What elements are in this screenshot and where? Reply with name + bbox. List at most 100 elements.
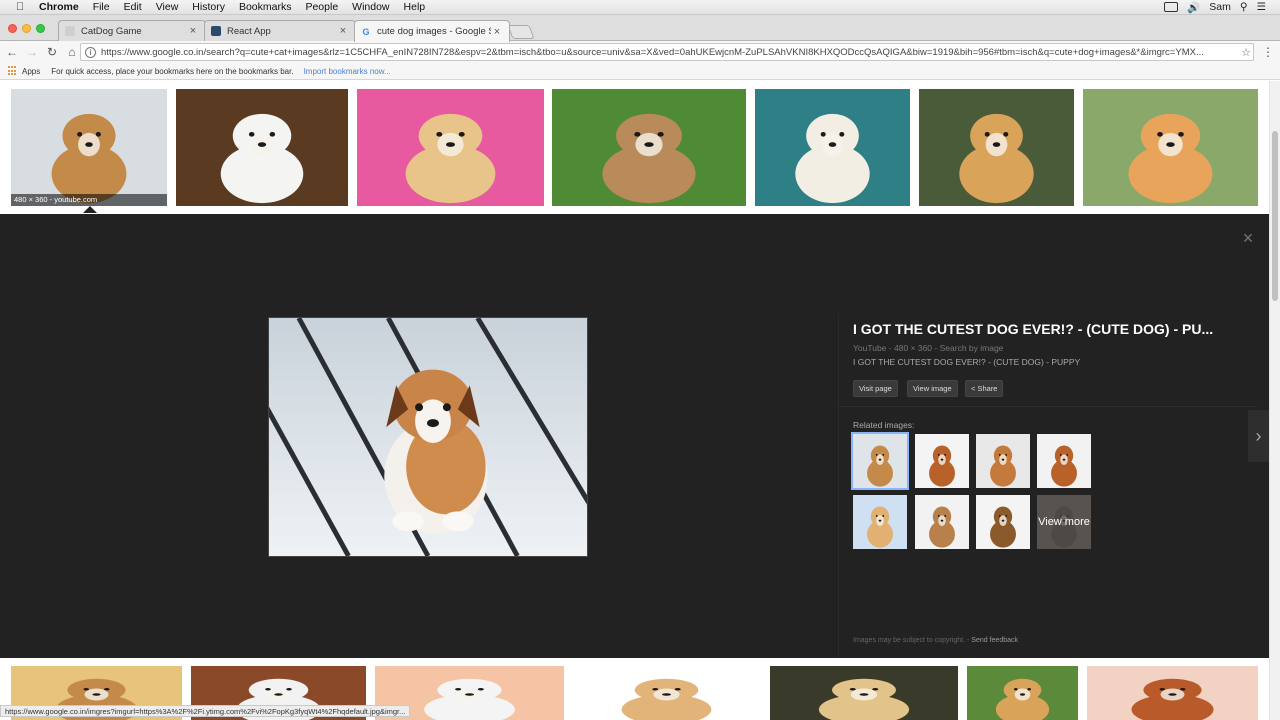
site-info-icon[interactable]: i [85,46,96,58]
menu-file[interactable]: File [86,1,117,13]
dog-photo [915,495,969,549]
page-scrollbar[interactable] [1269,81,1280,720]
related-image-thumbnail[interactable] [853,495,907,549]
menu-view[interactable]: View [149,1,186,13]
bookmarks-hint: For quick access, place your bookmarks h… [51,66,294,76]
menu-help[interactable]: Help [397,1,433,13]
react-favicon-icon [211,26,221,36]
image-result-thumbnail[interactable]: 480 × 360 - youtube.com [11,89,167,206]
address-bar[interactable]: i https://www.google.co.in/search?q=cute… [80,43,1254,61]
link-status-bar: https://www.google.co.in/imgres?imgurl=h… [0,705,411,717]
next-image-chevron-right-icon[interactable]: › [1248,410,1269,462]
dog-photo [573,666,760,720]
related-image-thumbnail[interactable] [1037,434,1091,488]
tab-react-app[interactable]: React App × [204,20,356,41]
apple-icon[interactable]:  [12,1,28,13]
tab-title: cute dog images - Google Sea [377,26,491,37]
menu-history[interactable]: History [185,1,232,13]
preview-title[interactable]: I GOT THE CUTEST DOG EVER!? - (CUTE DOG)… [853,321,1243,337]
view-image-button[interactable]: View image [907,380,958,397]
selected-result-pointer [83,206,97,213]
puppy-photo [269,318,587,556]
import-bookmarks-link[interactable]: Import bookmarks now... [304,67,391,76]
tab-close-icon[interactable]: × [337,25,349,37]
related-image-thumbnail[interactable] [976,434,1030,488]
bookmark-star-icon[interactable]: ☆ [1239,46,1253,59]
bookmarks-bar: Apps For quick access, place your bookma… [0,63,1280,80]
dog-photo [919,89,1074,206]
reload-icon[interactable]: ↻ [42,45,62,59]
menubar-status-area: 🔊 Sam ⚲ ☰ [1164,1,1280,14]
related-image-thumbnail[interactable] [976,495,1030,549]
notification-list-icon[interactable]: ☰ [1257,1,1266,13]
window-minimize-icon[interactable] [22,24,31,33]
new-tab-button[interactable] [507,25,535,39]
dog-photo [1037,434,1091,488]
forward-arrow-icon[interactable]: → [22,45,42,59]
menu-edit[interactable]: Edit [117,1,149,13]
dog-photo [176,89,348,206]
preview-source[interactable]: YouTube [853,343,886,353]
menu-people[interactable]: People [298,1,345,13]
tab-close-icon[interactable]: × [187,25,199,37]
dog-photo [976,434,1030,488]
menubar-user-name[interactable]: Sam [1209,1,1231,13]
tab-title: React App [227,25,271,37]
menu-window[interactable]: Window [345,1,396,13]
dog-photo [1087,666,1258,720]
dog-photo [11,89,167,206]
close-icon[interactable]: × [1238,228,1258,248]
image-result-thumbnail[interactable] [770,666,958,720]
spotlight-search-icon[interactable]: ⚲ [1240,1,1248,13]
preview-image[interactable] [268,317,588,557]
menu-app-chrome[interactable]: Chrome [28,1,86,13]
back-arrow-icon[interactable]: ← [2,45,22,59]
google-favicon-icon: G [362,26,370,37]
volume-icon[interactable]: 🔊 [1187,1,1200,14]
image-result-thumbnail[interactable] [573,666,760,720]
image-result-thumbnail[interactable] [1087,666,1258,720]
image-result-thumbnail[interactable] [1083,89,1258,206]
share-button[interactable]: < Share [965,380,1004,397]
tab-close-icon[interactable]: × [491,26,503,38]
dog-photo [770,666,958,720]
display-mirror-icon[interactable] [1164,2,1179,12]
dog-photo [853,495,907,549]
window-zoom-icon[interactable] [36,24,45,33]
view-more-related-button[interactable]: View more [1037,495,1091,549]
copyright-notice: Images may be subject to copyright. - Se… [853,637,1018,644]
related-image-thumbnail[interactable] [915,434,969,488]
image-dimensions-label: 480 × 360 - youtube.com [11,194,167,206]
send-feedback-link[interactable]: Send feedback [971,637,1018,644]
window-close-icon[interactable] [8,24,17,33]
visit-page-button[interactable]: Visit page [853,380,898,397]
image-result-thumbnail[interactable] [755,89,910,206]
dog-photo [552,89,746,206]
tab-catdog-game[interactable]: CatDog Game × [58,20,206,41]
preview-meta: YouTube - 480 × 360 - Search by image [853,343,1004,353]
related-image-thumbnail[interactable] [851,432,909,490]
image-info-pane: I GOT THE CUTEST DOG EVER!? - (CUTE DOG)… [838,314,1257,658]
home-icon[interactable]: ⌂ [62,45,82,59]
image-result-thumbnail[interactable] [176,89,348,206]
preview-dimensions: 480 × 360 [893,343,933,353]
dog-photo [976,495,1030,549]
dog-photo [755,89,910,206]
search-by-image-link[interactable]: Search by image [940,343,1004,353]
view-more-label: View more [1037,495,1091,549]
address-url[interactable]: https://www.google.co.in/search?q=cute+c… [101,47,1239,58]
related-image-thumbnail[interactable] [915,495,969,549]
image-result-thumbnail[interactable] [357,89,544,206]
menu-bookmarks[interactable]: Bookmarks [232,1,299,13]
copyright-text: Images may be subject to copyright. [853,637,966,644]
image-result-thumbnail[interactable] [552,89,746,206]
chrome-menu-icon[interactable]: ⋮ [1262,45,1274,59]
apps-grid-icon[interactable] [8,66,18,76]
tab-google-images[interactable]: G cute dog images - Google Sea × [354,20,510,42]
preview-description: I GOT THE CUTEST DOG EVER!? - (CUTE DOG)… [853,357,1081,367]
scrollbar-thumb[interactable] [1272,131,1278,301]
dog-photo [915,434,969,488]
image-result-thumbnail[interactable] [967,666,1078,720]
image-result-thumbnail[interactable] [919,89,1074,206]
apps-shortcut[interactable]: Apps [22,67,40,76]
